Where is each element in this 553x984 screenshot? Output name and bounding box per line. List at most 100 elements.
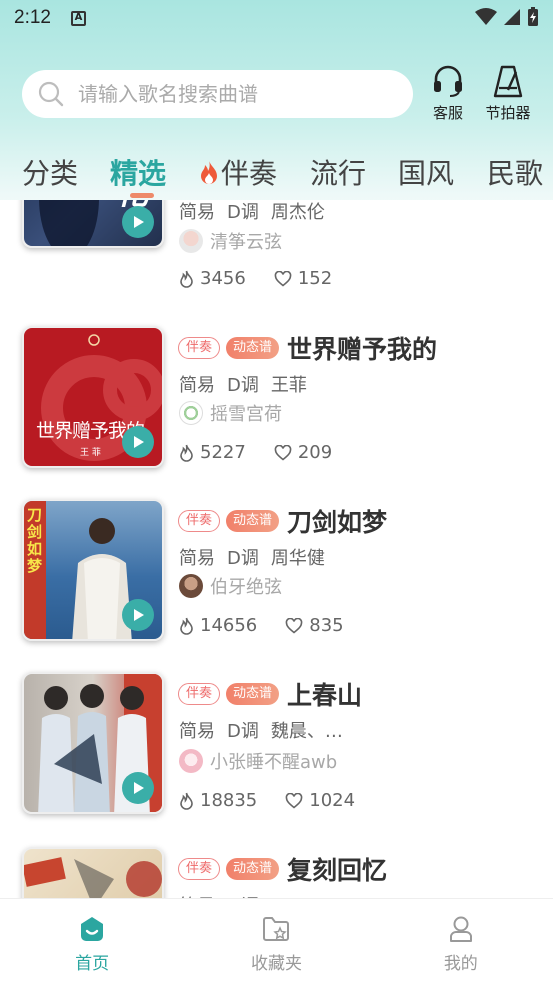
tab-pop[interactable]: 流行 [310, 148, 366, 196]
metronome-button[interactable]: 节拍器 [480, 64, 536, 124]
difficulty: 简易 [179, 721, 215, 742]
customer-service-button[interactable]: 客服 [420, 64, 476, 124]
status-time: 2:12 [14, 7, 51, 28]
likes-value: 1024 [309, 790, 356, 811]
song-item[interactable]: 刀剑如梦 伴奏 动态谱 刀剑如梦 简易 D调 周华健 伯牙绝弦 14656 83… [0, 499, 553, 659]
nav-favorites[interactable]: 收藏夹 [184, 899, 368, 984]
tab-category[interactable]: 分类 [22, 148, 78, 196]
tab-label: 精选 [110, 157, 167, 190]
author-avatar [179, 574, 203, 598]
author[interactable]: 清筝云弦 [179, 228, 282, 254]
song-cover: 刀剑如梦 [22, 499, 164, 641]
song-meta: 简易 D调 周杰伦 [179, 200, 337, 224]
author[interactable]: 伯牙绝弦 [179, 573, 282, 599]
wifi-icon [475, 8, 497, 25]
song-item[interactable]: 世界赠予我的 王 菲 伴奏 动态谱 世界赠予我的 简易 D调 王菲 摇雪宫荷 5… [0, 326, 553, 486]
heart-icon [285, 792, 303, 809]
tab-label: 民歌 [487, 157, 544, 190]
song-item[interactable]: 伴奏 动态谱 复刻回忆 简易D调 [0, 847, 553, 898]
key: D调 [227, 548, 259, 569]
song-item[interactable]: 花 简易 D调周杰伦 清筝云弦 3456 152 [0, 200, 553, 312]
accompaniment-badge: 伴奏 [178, 858, 221, 880]
accompaniment-badge: 伴奏 [178, 510, 221, 532]
tab-label: 分类 [22, 157, 79, 190]
plays-value: 14656 [200, 615, 258, 636]
key: D调 [227, 721, 259, 742]
song-title[interactable]: 世界赠予我的 [287, 330, 437, 366]
song-header: 伴奏 动态谱 世界赠予我的 [178, 330, 437, 366]
likes-count[interactable]: 835 [285, 615, 344, 636]
song-title[interactable]: 复刻回忆 [287, 851, 387, 887]
nav-profile[interactable]: 我的 [369, 899, 553, 984]
play-button[interactable] [122, 426, 154, 458]
fire-icon [180, 617, 193, 635]
song-title[interactable]: 上春山 [287, 676, 362, 712]
tab-accompaniment[interactable]: 伴奏 [198, 148, 277, 196]
nav-home[interactable]: 首页 [0, 899, 184, 984]
search-input[interactable] [78, 82, 378, 106]
song-item[interactable]: 伴奏 动态谱 上春山 简易 D调 魏晨、… 小张睡不醒awb 18835 1024 [0, 672, 553, 832]
author-name: 摇雪宫荷 [210, 404, 282, 425]
song-header: 伴奏 动态谱 上春山 [178, 676, 362, 712]
song-title[interactable]: 刀剑如梦 [287, 503, 387, 539]
metronome-icon [493, 65, 523, 98]
profile-icon [449, 916, 472, 942]
metronome-label: 节拍器 [485, 104, 531, 122]
song-list[interactable]: 花 简易D调周杰伦 清筝云弦 3456 152 [0, 200, 553, 898]
song-header: 伴奏 动态谱 刀剑如梦 [178, 503, 387, 539]
search-bar[interactable] [22, 70, 413, 118]
fire-icon [180, 444, 193, 462]
play-icon [134, 782, 144, 794]
heart-icon [274, 270, 292, 287]
author-avatar [179, 401, 203, 425]
dynamic-score-badge: 动态谱 [226, 858, 280, 880]
artist: 魏晨、… [270, 721, 343, 742]
nav-label: 我的 [443, 954, 478, 974]
battery-icon [528, 7, 538, 26]
notification-icon: A [70, 10, 86, 26]
fire-icon [180, 792, 193, 810]
author-name: 小张睡不醒awb [210, 752, 338, 773]
plays-count: 5227 [179, 442, 246, 463]
author[interactable]: 小张睡不醒awb [179, 748, 337, 774]
search-icon [38, 81, 64, 107]
play-button[interactable] [122, 206, 154, 238]
artist: 周杰伦 [270, 202, 325, 223]
dynamic-score-badge: 动态谱 [226, 510, 280, 532]
active-tab-indicator [130, 193, 154, 198]
bottom-navigation: 首页 收藏夹 我的 [0, 898, 553, 984]
author-name: 伯牙绝弦 [210, 577, 282, 598]
author[interactable]: 摇雪宫荷 [179, 400, 282, 426]
heart-icon [274, 444, 292, 461]
likes-count[interactable]: 1024 [285, 790, 355, 811]
likes-value: 209 [297, 442, 333, 463]
key: D调 [227, 375, 259, 396]
artist: 周华健 [270, 548, 325, 569]
tab-guofeng[interactable]: 国风 [398, 148, 454, 196]
song-cover [22, 672, 164, 814]
fire-icon [201, 160, 217, 184]
plays-count: 18835 [179, 790, 257, 811]
plays-count: 14656 [179, 615, 257, 636]
author-avatar [179, 749, 203, 773]
tab-folk[interactable]: 民歌 [487, 148, 543, 196]
home-icon [81, 917, 104, 941]
difficulty: 简易 [179, 375, 215, 396]
accompaniment-badge: 伴奏 [178, 683, 221, 705]
customer-service-label: 客服 [432, 104, 463, 122]
likes-count[interactable]: 152 [274, 268, 332, 289]
song-cover: 世界赠予我的 王 菲 [22, 326, 164, 468]
likes-count[interactable]: 209 [274, 442, 332, 463]
category-tabs: 分类 精选 伴奏 流行 国风 民歌 [0, 148, 553, 196]
favorites-folder-icon [263, 917, 290, 941]
tab-featured[interactable]: 精选 [110, 148, 166, 196]
tab-label: 国风 [398, 157, 455, 190]
plays-value: 18835 [200, 790, 258, 811]
difficulty: 简易 [179, 202, 215, 223]
song-stats: 5227 209 [179, 442, 360, 463]
song-cover: 花 [22, 200, 164, 248]
play-button[interactable] [122, 772, 154, 804]
play-button[interactable] [122, 599, 154, 631]
song-stats: 14656 835 [179, 615, 372, 636]
headset-icon [434, 65, 462, 97]
